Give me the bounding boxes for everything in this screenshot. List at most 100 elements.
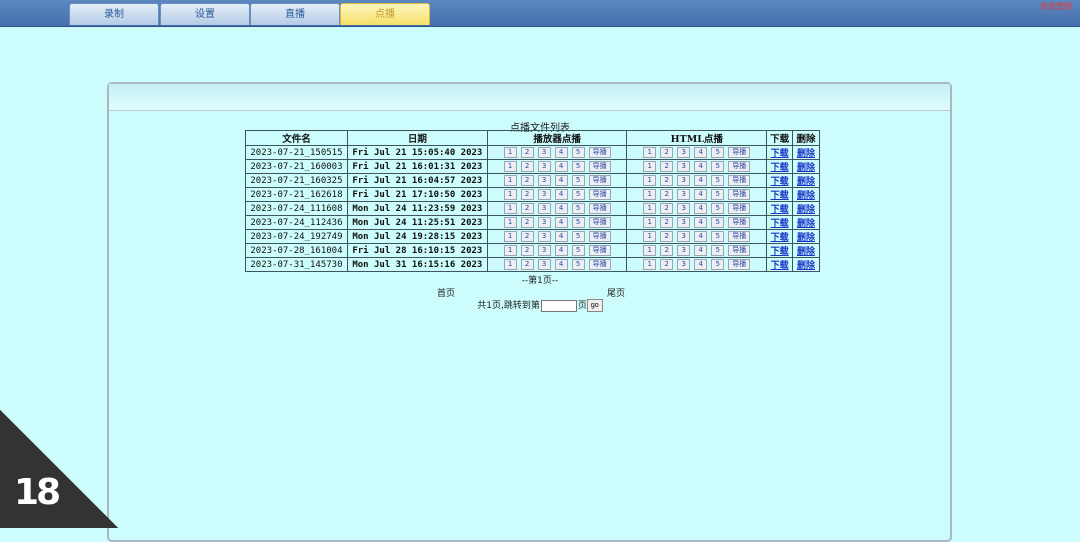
html-play-button[interactable]: 导播 [728, 175, 751, 186]
delete-link[interactable]: 删除 [797, 205, 815, 215]
player-play-button[interactable]: 1 [503, 203, 517, 214]
download-link[interactable]: 下载 [771, 177, 789, 187]
player-play-button[interactable]: 5 [571, 231, 585, 242]
player-play-button[interactable]: 4 [554, 203, 568, 214]
html-play-button[interactable]: 3 [677, 175, 691, 186]
player-play-button[interactable]: 2 [520, 147, 534, 158]
player-play-button[interactable]: 2 [520, 189, 534, 200]
player-play-button[interactable]: 5 [571, 161, 585, 172]
download-link[interactable]: 下载 [771, 261, 789, 271]
html-play-button[interactable]: 导播 [728, 203, 751, 214]
player-play-button[interactable]: 4 [554, 259, 568, 270]
player-play-button[interactable]: 5 [571, 175, 585, 186]
html-play-button[interactable]: 3 [677, 189, 691, 200]
html-play-button[interactable]: 3 [677, 259, 691, 270]
player-play-button[interactable]: 导播 [588, 245, 611, 256]
player-play-button[interactable]: 2 [520, 231, 534, 242]
html-play-button[interactable]: 4 [694, 245, 708, 256]
player-play-button[interactable]: 导播 [588, 203, 611, 214]
player-play-button[interactable]: 导播 [588, 161, 611, 172]
player-play-button[interactable]: 2 [520, 161, 534, 172]
html-play-button[interactable]: 4 [694, 175, 708, 186]
html-play-button[interactable]: 2 [660, 217, 674, 228]
player-play-button[interactable]: 3 [537, 231, 551, 242]
html-play-button[interactable]: 导播 [728, 147, 751, 158]
player-play-button[interactable]: 1 [503, 175, 517, 186]
player-play-button[interactable]: 2 [520, 217, 534, 228]
html-play-button[interactable]: 导播 [728, 245, 751, 256]
html-play-button[interactable]: 2 [660, 147, 674, 158]
player-play-button[interactable]: 1 [503, 231, 517, 242]
html-play-button[interactable]: 3 [677, 161, 691, 172]
delete-link[interactable]: 删除 [797, 247, 815, 257]
player-play-button[interactable]: 2 [520, 259, 534, 270]
player-play-button[interactable]: 3 [537, 147, 551, 158]
html-play-button[interactable]: 5 [711, 161, 725, 172]
html-play-button[interactable]: 2 [660, 203, 674, 214]
html-play-button[interactable]: 2 [660, 189, 674, 200]
html-play-button[interactable]: 1 [643, 217, 657, 228]
html-play-button[interactable]: 2 [660, 231, 674, 242]
player-play-button[interactable]: 2 [520, 203, 534, 214]
player-play-button[interactable]: 3 [537, 245, 551, 256]
player-play-button[interactable]: 3 [537, 161, 551, 172]
html-play-button[interactable]: 导播 [728, 259, 751, 270]
delete-link[interactable]: 删除 [797, 149, 815, 159]
player-play-button[interactable]: 1 [503, 217, 517, 228]
html-play-button[interactable]: 1 [643, 245, 657, 256]
player-play-button[interactable]: 1 [503, 189, 517, 200]
player-play-button[interactable]: 5 [571, 245, 585, 256]
html-play-button[interactable]: 导播 [728, 161, 751, 172]
html-play-button[interactable]: 1 [643, 161, 657, 172]
system-manage-link[interactable]: 系统管理 [1040, 1, 1072, 12]
player-play-button[interactable]: 4 [554, 189, 568, 200]
html-play-button[interactable]: 2 [660, 175, 674, 186]
html-play-button[interactable]: 2 [660, 259, 674, 270]
html-play-button[interactable]: 5 [711, 189, 725, 200]
player-play-button[interactable]: 1 [503, 147, 517, 158]
player-play-button[interactable]: 3 [537, 175, 551, 186]
player-play-button[interactable]: 4 [554, 175, 568, 186]
html-play-button[interactable]: 4 [694, 203, 708, 214]
player-play-button[interactable]: 4 [554, 231, 568, 242]
player-play-button[interactable]: 5 [571, 203, 585, 214]
html-play-button[interactable]: 导播 [728, 217, 751, 228]
delete-link[interactable]: 删除 [797, 219, 815, 229]
download-link[interactable]: 下载 [771, 219, 789, 229]
html-play-button[interactable]: 4 [694, 147, 708, 158]
player-play-button[interactable]: 导播 [588, 175, 611, 186]
player-play-button[interactable]: 导播 [588, 217, 611, 228]
tab-live[interactable]: 直播 [250, 3, 340, 25]
delete-link[interactable]: 删除 [797, 233, 815, 243]
tab-settings[interactable]: 设置 [160, 3, 250, 25]
player-play-button[interactable]: 4 [554, 147, 568, 158]
player-play-button[interactable]: 5 [571, 217, 585, 228]
html-play-button[interactable]: 5 [711, 259, 725, 270]
delete-link[interactable]: 删除 [797, 261, 815, 271]
html-play-button[interactable]: 3 [677, 231, 691, 242]
player-play-button[interactable]: 导播 [588, 189, 611, 200]
player-play-button[interactable]: 3 [537, 203, 551, 214]
html-play-button[interactable]: 2 [660, 245, 674, 256]
player-play-button[interactable]: 3 [537, 189, 551, 200]
html-play-button[interactable]: 5 [711, 217, 725, 228]
html-play-button[interactable]: 5 [711, 175, 725, 186]
html-play-button[interactable]: 5 [711, 147, 725, 158]
download-link[interactable]: 下载 [771, 163, 789, 173]
player-play-button[interactable]: 5 [571, 259, 585, 270]
html-play-button[interactable]: 4 [694, 189, 708, 200]
html-play-button[interactable]: 3 [677, 217, 691, 228]
delete-link[interactable]: 删除 [797, 191, 815, 201]
html-play-button[interactable]: 导播 [728, 231, 751, 242]
html-play-button[interactable]: 5 [711, 203, 725, 214]
html-play-button[interactable]: 3 [677, 147, 691, 158]
html-play-button[interactable]: 4 [694, 259, 708, 270]
html-play-button[interactable]: 4 [694, 231, 708, 242]
html-play-button[interactable]: 导播 [728, 189, 751, 200]
download-link[interactable]: 下载 [771, 205, 789, 215]
html-play-button[interactable]: 2 [660, 161, 674, 172]
html-play-button[interactable]: 1 [643, 189, 657, 200]
player-play-button[interactable]: 2 [520, 175, 534, 186]
html-play-button[interactable]: 1 [643, 175, 657, 186]
player-play-button[interactable]: 导播 [588, 231, 611, 242]
